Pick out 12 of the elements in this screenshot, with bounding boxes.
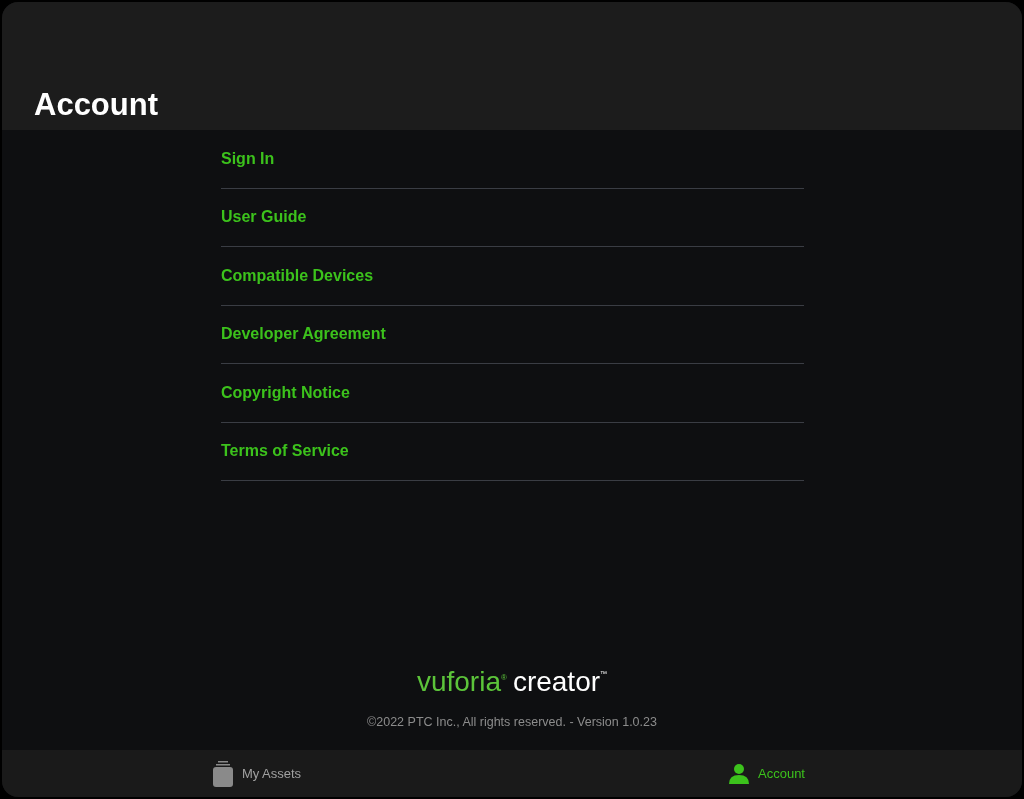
- tab-bar-item[interactable]: My Assets: [2, 750, 512, 797]
- menu-link[interactable]: Terms of Service: [221, 439, 349, 464]
- tab-bar-item[interactable]: Account: [512, 750, 1022, 797]
- menu-link[interactable]: Sign In: [221, 146, 275, 171]
- menu-link[interactable]: Developer Agreement: [221, 322, 386, 347]
- menu-link[interactable]: Copyright Notice: [221, 380, 350, 405]
- menu-link[interactable]: User Guide: [221, 205, 307, 230]
- page-title: Account: [34, 89, 158, 120]
- jar-icon: [212, 760, 233, 787]
- person-icon: [729, 763, 749, 784]
- menu-link[interactable]: Compatible Devices: [221, 263, 374, 288]
- copyright-text: ©2022 PTC Inc., All rights reserved. - Version 1.0.23: [367, 714, 657, 732]
